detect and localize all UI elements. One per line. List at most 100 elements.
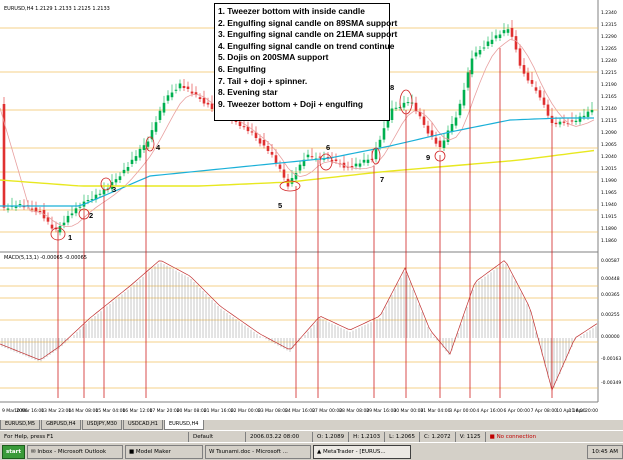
- candle-body: [394, 107, 398, 109]
- status-connection: ■ No connection: [484, 432, 540, 442]
- taskbar-label: Tsunami.doc - Microsoft ...: [216, 448, 288, 455]
- candle-body: [258, 138, 262, 144]
- time-axis-label: 30 Mar 00:00: [393, 408, 423, 414]
- candle-body: [514, 36, 518, 50]
- price-axis-label: 1.2140: [601, 106, 617, 112]
- tab-eurusd-h4[interactable]: EURUSD,H4: [163, 420, 204, 430]
- candle-body: [266, 146, 270, 151]
- candle-body: [518, 48, 522, 66]
- legend-box: 1. Tweezer bottom with inside candle 2. …: [214, 3, 398, 121]
- candle-body: [414, 102, 418, 112]
- price-axis-label: 1.2165: [601, 94, 617, 100]
- price-axis-label: 1.1860: [601, 238, 617, 244]
- tab-usdjpy-m30[interactable]: USDJPY,M30: [81, 420, 122, 430]
- candle-body: [86, 200, 90, 202]
- clock: 10:45 AM: [586, 444, 623, 459]
- time-axis-label: 4 Apr 16:00: [476, 408, 503, 414]
- candle-body: [278, 164, 282, 169]
- taskbar-item-model-maker[interactable]: ■ Model Maker: [124, 444, 203, 459]
- legend-line: 1. Tweezer bottom with inside candle: [218, 6, 365, 16]
- candle-body: [262, 140, 266, 146]
- candle-body: [74, 208, 78, 214]
- candle-body: [362, 159, 366, 163]
- candle-body: [14, 206, 18, 208]
- candle-body: [274, 155, 278, 164]
- candle-body: [50, 224, 54, 229]
- candle-body: [506, 29, 510, 33]
- legend-line: 6. Engulfing: [218, 63, 266, 74]
- candle-body: [558, 121, 562, 125]
- start-button[interactable]: start: [2, 444, 25, 459]
- legend-line: 2. Engulfing signal candle on 89SMA supp…: [218, 17, 398, 28]
- chart-window[interactable]: 1.2340 1.2315 1.2290 1.2265 1.2240 1.2215 1.21…: [0, 0, 623, 421]
- candle-body: [542, 97, 546, 105]
- candle-body: [18, 204, 22, 205]
- tab-eurusd-m5[interactable]: EURUSD,M5: [0, 420, 41, 430]
- time-axis-label: 20 Mar 08:00: [177, 408, 207, 414]
- taskbar-item-outlook[interactable]: ✉ Inbox - Microsoft Outlook: [26, 444, 123, 459]
- taskbar-item-word-doc[interactable]: W Tsunami.doc - Microsoft ...: [204, 444, 311, 459]
- candle-body: [30, 208, 34, 210]
- candle-body: [118, 176, 122, 180]
- candle-body: [130, 159, 134, 164]
- candle-body: [454, 117, 458, 126]
- status-profile: Default: [188, 432, 245, 442]
- candle-body: [442, 140, 446, 148]
- status-open: O: 1.2089: [312, 432, 348, 442]
- candle-body: [182, 86, 186, 88]
- signal-number: 6: [326, 143, 330, 152]
- legend-line: 5. Dojis on 200SMA support: [218, 52, 329, 63]
- macd-axis-label: -0.00349: [601, 380, 621, 386]
- time-axis-label: 28 Mar 08:00: [339, 408, 369, 414]
- candle-body: [390, 108, 394, 120]
- candle-body: [58, 226, 62, 233]
- candle-body: [374, 147, 378, 160]
- signal-number: 5: [278, 201, 282, 210]
- signal-number: 4: [156, 143, 161, 152]
- candle-body: [146, 141, 150, 147]
- sma200-line: [0, 149, 595, 187]
- tab-usdcad-h1[interactable]: USDCAD,H1: [123, 420, 163, 430]
- candle-body: [242, 126, 246, 128]
- status-help: For Help, press F1: [4, 434, 54, 440]
- candle-body: [186, 86, 190, 89]
- status-close: C: 1.2072: [419, 432, 455, 442]
- candle-body: [174, 89, 178, 91]
- legend-line: 8. Evening star: [218, 87, 278, 98]
- status-datetime: 2006.03.22 08:00: [245, 432, 312, 442]
- time-axis-label: 16 Mar 12:00: [122, 408, 152, 414]
- candle-body: [378, 139, 382, 148]
- macd-signal-line: [0, 260, 598, 392]
- tab-gbpusd-h4[interactable]: GBPUSD,H4: [41, 420, 81, 430]
- candle-body: [574, 120, 578, 122]
- macd-axis-label: 0.00255: [601, 312, 620, 318]
- candle-body: [358, 163, 362, 167]
- candle-body: [382, 128, 386, 140]
- candle-body: [194, 92, 198, 95]
- taskbar-item-metatrader[interactable]: ▲ MetaTrader - [EURUS...: [312, 444, 411, 459]
- time-axis-label: 23 Mar 08:00: [258, 408, 288, 414]
- price-axis-label: 1.2290: [601, 34, 617, 40]
- taskbar-label: Model Maker: [135, 448, 171, 455]
- candle-body: [234, 121, 238, 122]
- candle-body: [142, 145, 146, 150]
- candle-body: [310, 156, 314, 158]
- candle-body: [450, 124, 454, 132]
- price-axis-label: 1.1990: [601, 178, 617, 184]
- candle-body: [166, 95, 170, 101]
- candle-body: [98, 193, 102, 195]
- time-axis-label: 11 Apr 20:00: [569, 408, 598, 414]
- price-axis-label: 1.2265: [601, 46, 617, 52]
- candle-body: [470, 58, 474, 75]
- candle-body: [494, 35, 498, 39]
- chart-tabs: EURUSD,M5 GBPUSD,H4 USDJPY,M30 USDCAD,H1…: [0, 420, 623, 430]
- candle-body: [38, 211, 42, 212]
- candle-body: [134, 156, 138, 161]
- macd-axis-label: 0.00448: [601, 276, 620, 282]
- app-icon: ■: [128, 448, 135, 455]
- time-axis-label: 7 Apr 08:00: [531, 408, 558, 414]
- price-axis-label: 1.2115: [601, 118, 617, 124]
- candle-body: [546, 104, 550, 116]
- candle-body: [522, 65, 526, 74]
- candle-body: [282, 169, 286, 178]
